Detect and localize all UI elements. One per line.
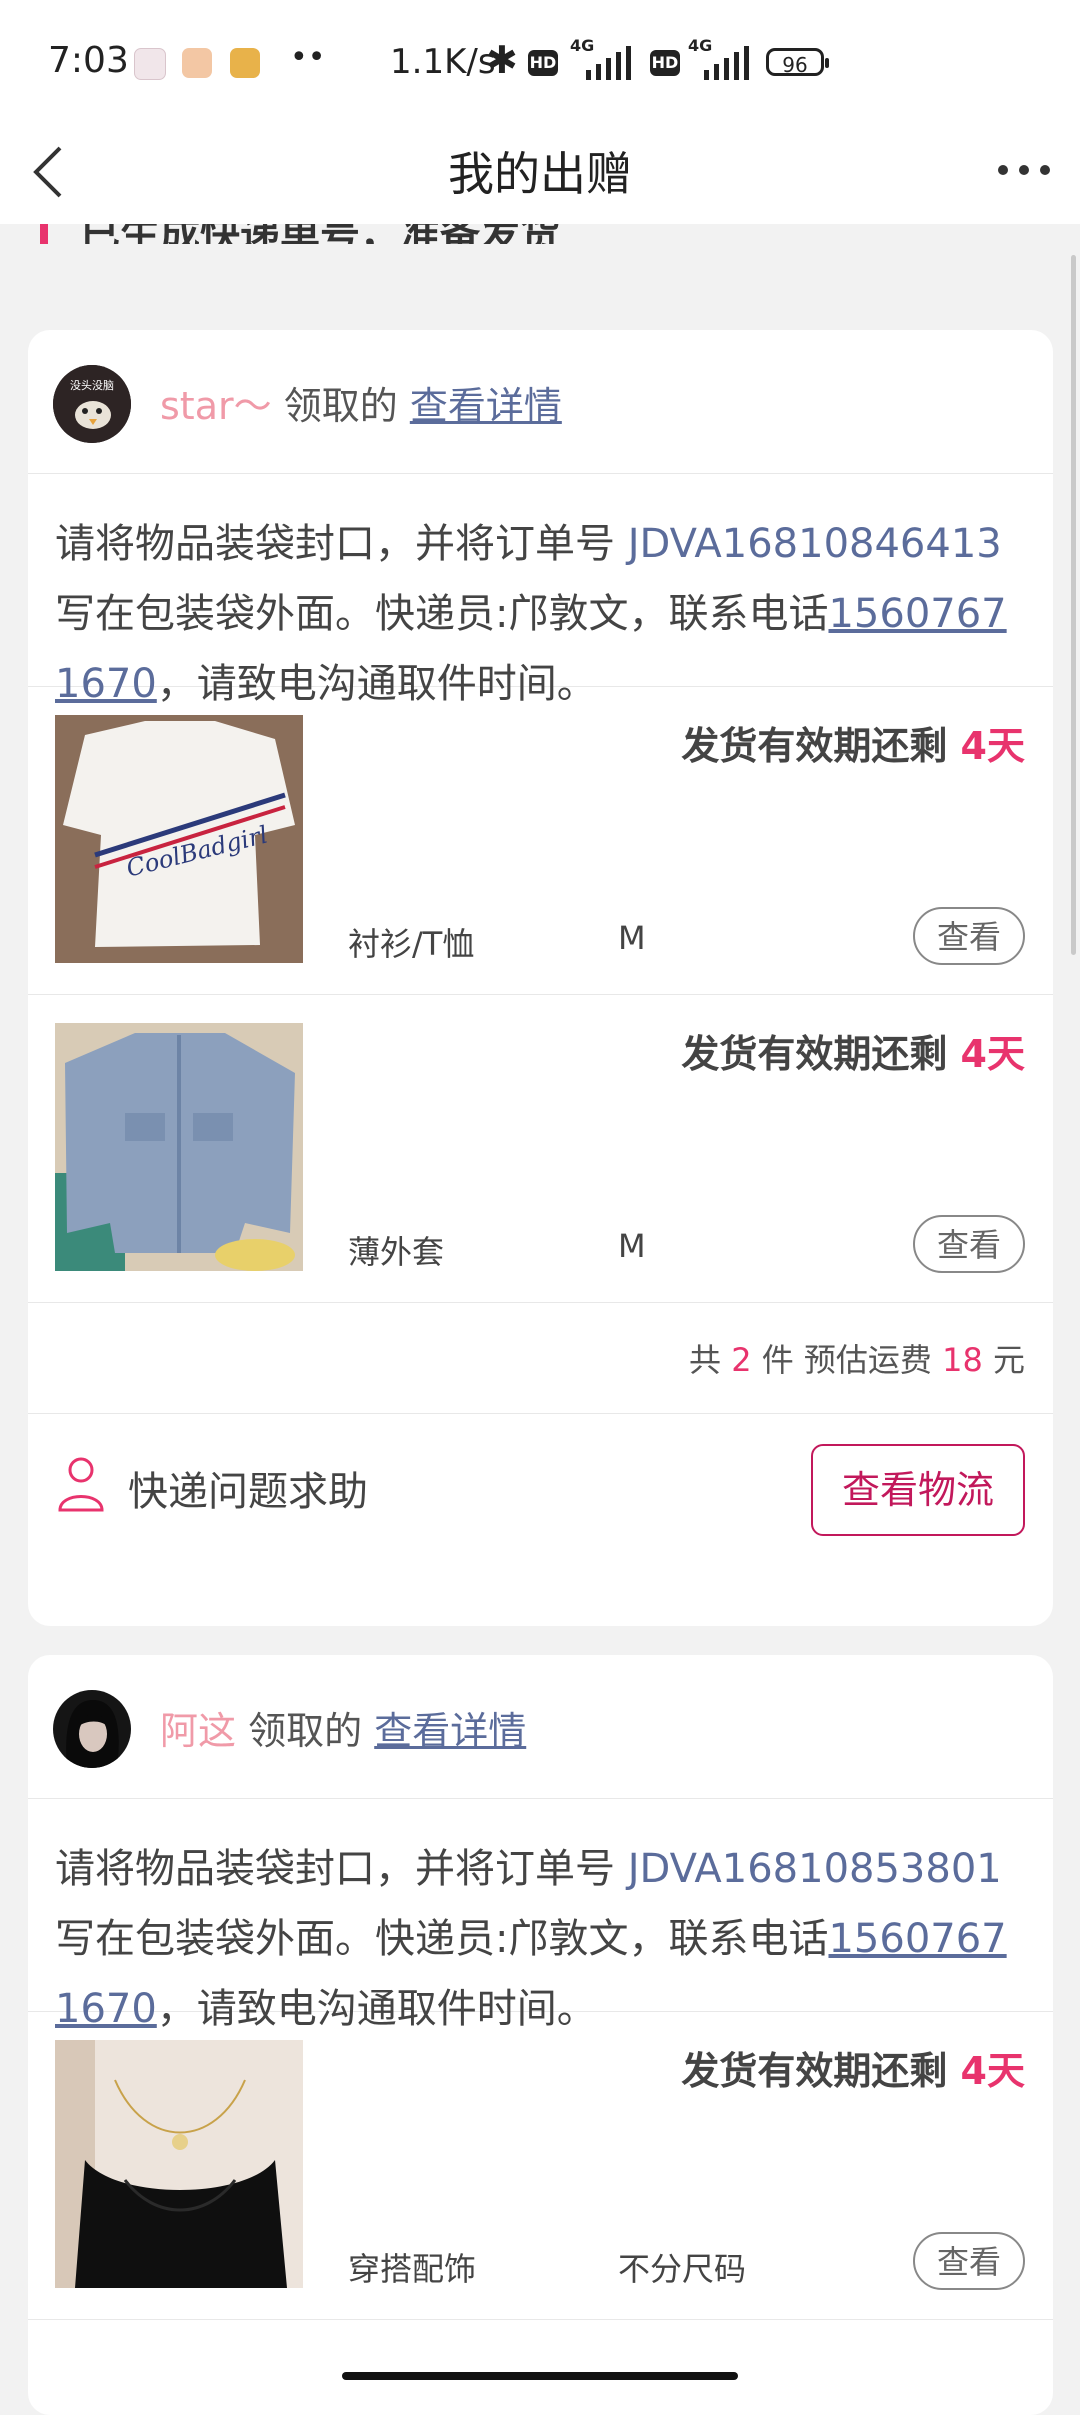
shipping-instructions: 请将物品装袋封口，并将订单号 JDVA16810853801 写在包装袋外面。快… bbox=[28, 1799, 1053, 2032]
item-row: 发货有效期还剩 4天 薄外套 M 查看 bbox=[28, 995, 1053, 1303]
item-size: M bbox=[618, 919, 646, 957]
status-banner: 已生成快递单号，准备发货 bbox=[0, 224, 1080, 244]
donation-card: 阿这 领取的 查看详情 请将物品装袋封口，并将订单号 JDVA168108538… bbox=[28, 1655, 1053, 2415]
hd-icon: HD bbox=[528, 50, 558, 76]
page-title: 我的出赠 bbox=[448, 147, 632, 201]
receiver-name[interactable]: 阿这 bbox=[160, 1709, 236, 1753]
battery-icon: 96 bbox=[766, 48, 829, 77]
avatar[interactable]: 没头没脑 bbox=[53, 365, 131, 443]
days-remaining: 4天 bbox=[960, 724, 1025, 768]
signal-icon: 4G bbox=[688, 36, 756, 80]
order-number[interactable]: JDVA16810846413 bbox=[628, 521, 1002, 567]
item-image[interactable] bbox=[55, 2040, 303, 2288]
item-row: 发货有效期还剩 4天 穿搭配饰 不分尺码 查看 bbox=[28, 2012, 1053, 2320]
item-category: 穿搭配饰 bbox=[348, 2250, 477, 2288]
ship-deadline: 发货有效期还剩 4天 bbox=[681, 724, 1025, 768]
ship-deadline: 发货有效期还剩 4天 bbox=[681, 1032, 1025, 1076]
item-size: M bbox=[618, 1227, 646, 1265]
svg-text:没头没脑: 没头没脑 bbox=[70, 379, 114, 392]
header-line: star～ 领取的 查看详情 bbox=[160, 375, 562, 430]
more-notifications-icon: •• bbox=[290, 40, 326, 75]
help-row: 快递问题求助 查看物流 bbox=[28, 1414, 1053, 1572]
banner-accent bbox=[40, 224, 48, 244]
home-indicator[interactable] bbox=[342, 2372, 738, 2380]
view-logistics-button[interactable]: 查看物流 bbox=[811, 1444, 1025, 1536]
item-image[interactable] bbox=[55, 1023, 303, 1271]
person-icon[interactable] bbox=[56, 1454, 106, 1512]
order-number[interactable]: JDVA16810853801 bbox=[628, 1846, 1002, 1892]
item-count: 2 bbox=[731, 1341, 752, 1379]
donation-card: 没头没脑 star～ 领取的 查看详情 请将物品装袋封口，并将订单号 JDVA1… bbox=[28, 330, 1053, 1626]
header-line: 阿这 领取的 查看详情 bbox=[160, 1700, 526, 1755]
banner-text: 已生成快递单号，准备发货 bbox=[80, 224, 560, 244]
order-summary: 共 2 件 预估运费 18 元 bbox=[28, 1303, 1053, 1414]
signal-icon: 4G bbox=[570, 36, 638, 80]
item-category: 薄外套 bbox=[348, 1233, 445, 1271]
courier-help-link[interactable]: 快递问题求助 bbox=[128, 1459, 368, 1517]
view-details-link[interactable]: 查看详情 bbox=[410, 384, 562, 428]
days-remaining: 4天 bbox=[960, 2049, 1025, 2093]
view-item-button[interactable]: 查看 bbox=[913, 907, 1025, 965]
shipping-fee: 18 bbox=[942, 1341, 983, 1379]
network-speed: 1.1K/s bbox=[390, 42, 496, 82]
notification-app-icon bbox=[134, 48, 166, 80]
receiver-name[interactable]: star～ bbox=[160, 384, 272, 428]
summary-text: 共 2 件 预估运费 18 元 bbox=[689, 1341, 1025, 1379]
taken-label: 领取的 bbox=[283, 384, 398, 428]
instruction-text: 请将物品装袋封口，并将订单号 bbox=[55, 1846, 628, 1892]
notification-app-icon bbox=[230, 48, 260, 78]
card-header: 阿这 领取的 查看详情 bbox=[28, 1655, 1053, 1799]
status-bar: 7:03 •• 1.1K/s ✱ HD 4G HD 4G 96 bbox=[0, 0, 1080, 120]
view-item-button[interactable]: 查看 bbox=[913, 1215, 1025, 1273]
bluetooth-icon: ✱ bbox=[486, 38, 518, 82]
item-image[interactable]: CoolBadgirl bbox=[55, 715, 303, 963]
view-details-link[interactable]: 查看详情 bbox=[374, 1709, 526, 1753]
item-size: 不分尺码 bbox=[618, 2250, 747, 2288]
shipping-instructions: 请将物品装袋封口，并将订单号 JDVA16810846413 写在包装袋外面。快… bbox=[28, 474, 1053, 707]
item-category: 衬衫/T恤 bbox=[348, 925, 475, 963]
view-item-button[interactable]: 查看 bbox=[913, 2232, 1025, 2290]
status-time: 7:03 bbox=[48, 40, 129, 81]
instruction-text: 写在包装袋外面。快递员:邝敦文，联系电话 bbox=[55, 1916, 829, 1962]
ship-deadline: 发货有效期还剩 4天 bbox=[681, 2049, 1025, 2093]
item-row: CoolBadgirl 发货有效期还剩 4天 衬衫/T恤 M 查看 bbox=[28, 687, 1053, 995]
instruction-text: 写在包装袋外面。快递员:邝敦文，联系电话 bbox=[55, 591, 829, 637]
nav-bar: 我的出赠 bbox=[0, 120, 1080, 224]
days-remaining: 4天 bbox=[960, 1032, 1025, 1076]
taken-label: 领取的 bbox=[248, 1709, 363, 1753]
instruction-text: 请将物品装袋封口，并将订单号 bbox=[55, 521, 628, 567]
avatar[interactable] bbox=[53, 1690, 131, 1768]
hd-icon: HD bbox=[650, 50, 680, 76]
notification-app-icon bbox=[182, 48, 212, 78]
more-options-icon[interactable] bbox=[994, 150, 1054, 190]
card-header: 没头没脑 star～ 领取的 查看详情 bbox=[28, 330, 1053, 474]
scrollbar[interactable] bbox=[1071, 255, 1076, 955]
